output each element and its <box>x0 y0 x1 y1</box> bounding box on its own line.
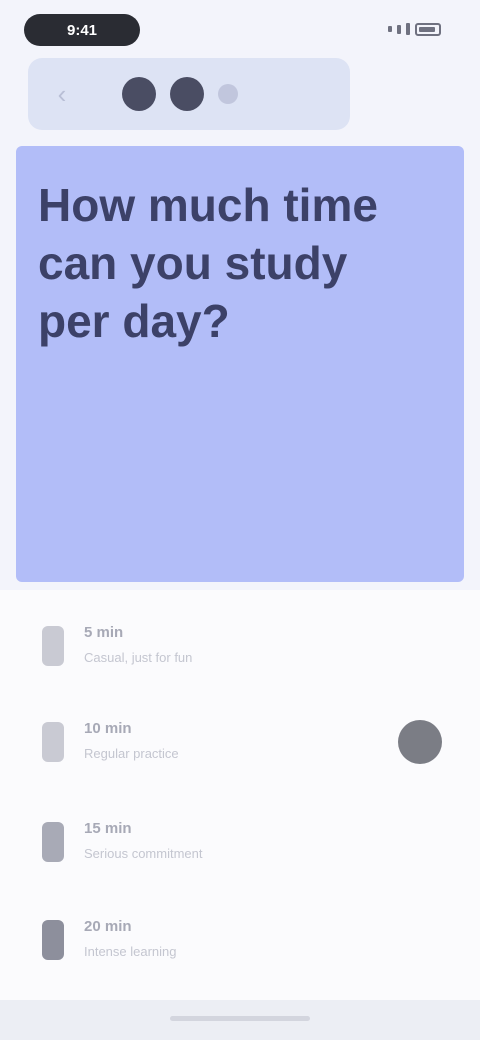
signal-icon <box>388 26 392 32</box>
option-row[interactable]: 20 min Intense learning <box>20 892 460 988</box>
option-row[interactable]: 15 min Serious commitment <box>20 794 460 890</box>
option-label: 10 min <box>84 720 132 737</box>
signal-icon <box>406 23 410 35</box>
status-time: 9:41 <box>24 14 140 46</box>
option-description: Regular practice <box>84 746 179 761</box>
clock-icon <box>42 920 64 960</box>
option-description: Intense learning <box>84 944 177 959</box>
question-title: How much time can you study per day? <box>38 179 378 347</box>
option-description: Casual, just for fun <box>84 650 193 665</box>
progress-indicator <box>122 77 238 111</box>
option-radio[interactable] <box>398 820 442 864</box>
option-radio-selected[interactable] <box>398 720 442 764</box>
option-label: 20 min <box>84 918 132 935</box>
progress-dot-pending <box>218 84 238 104</box>
options-list: 5 min Casual, just for fun 10 min Regula… <box>0 590 480 1000</box>
battery-icon <box>415 22 441 36</box>
clock-icon <box>42 626 64 666</box>
bottom-bar <box>0 1000 480 1040</box>
home-indicator[interactable] <box>170 1016 310 1021</box>
onboarding-header: ‹ <box>28 58 350 130</box>
status-bar: 9:41 <box>0 0 480 60</box>
option-radio[interactable] <box>398 624 442 668</box>
option-description: Serious commitment <box>84 846 203 861</box>
progress-dot-current <box>170 77 204 111</box>
option-label: 15 min <box>84 820 132 837</box>
option-label: 5 min <box>84 624 124 641</box>
chevron-left-icon[interactable]: ‹ <box>44 76 80 112</box>
signal-icon <box>397 24 401 34</box>
progress-dot-complete <box>122 77 156 111</box>
clock-icon <box>42 822 64 862</box>
clock-icon <box>42 722 64 762</box>
option-row[interactable]: 5 min Casual, just for fun <box>20 598 460 694</box>
option-row[interactable]: 10 min Regular practice <box>20 694 460 790</box>
status-icons <box>388 20 450 38</box>
question-card: How much time can you study per day? <box>16 146 464 582</box>
option-radio[interactable] <box>398 918 442 962</box>
